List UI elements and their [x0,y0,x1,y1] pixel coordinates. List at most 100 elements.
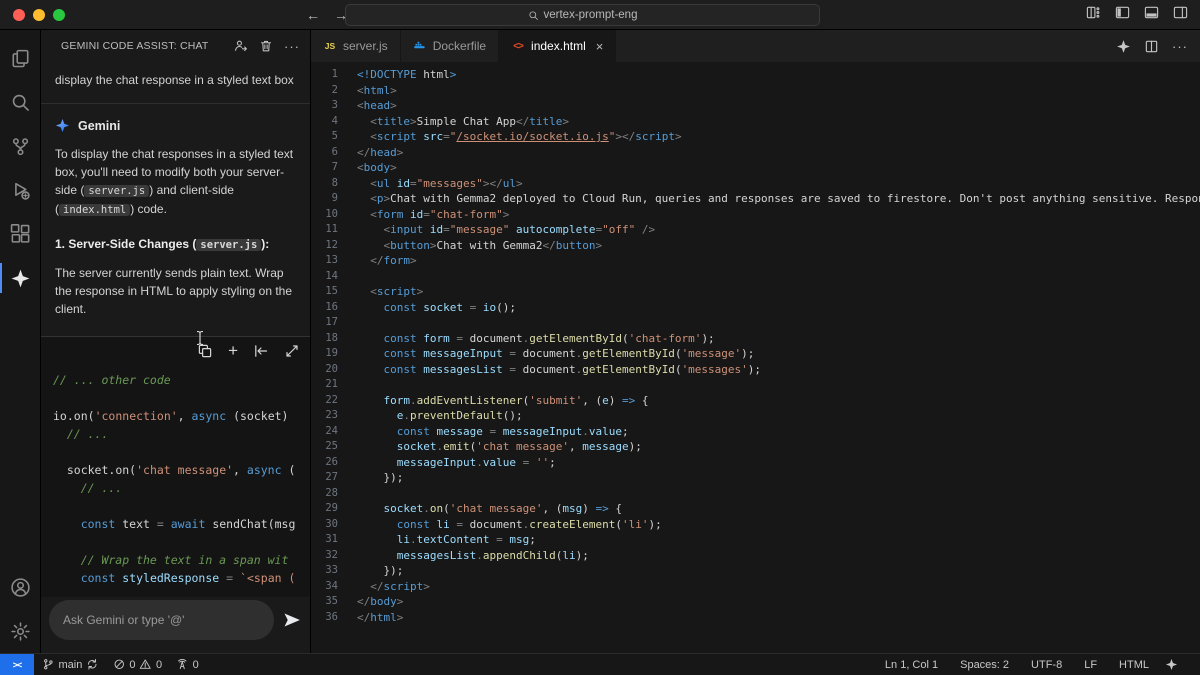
gemini-chat-panel: GEMINI CODE ASSIST: CHAT ··· display the… [40,30,310,653]
code-line-23[interactable]: 23 e.preventDefault(); [311,408,1200,424]
code-line-33[interactable]: 33 }); [311,563,1200,579]
language-indicator[interactable]: HTML [1113,659,1155,671]
tab-server.js[interactable]: JS server.js [311,30,401,62]
activity-item-search[interactable] [0,80,40,124]
activity-item-gemini[interactable] [0,256,40,300]
docker-whale-icon [413,40,426,53]
code-line-20[interactable]: 20 const messagesList = document.getElem… [311,362,1200,378]
remote-button[interactable]: >< [0,654,34,675]
toggle-secondary-sidebar-icon[interactable] [1173,5,1188,20]
expand-icon[interactable] [284,343,300,359]
line-number: 24 [325,424,338,437]
branch-indicator[interactable]: main [36,658,105,671]
code-line-21[interactable]: 21 [311,377,1200,393]
line-number: 36 [325,610,338,623]
code-line-36[interactable]: 36 </html> [311,610,1200,626]
insert-diff-icon[interactable] [253,343,269,359]
more-actions-icon[interactable]: ··· [284,39,300,54]
code-line-19[interactable]: 19 const messageInput = document.getElem… [311,346,1200,362]
code-line-3[interactable]: 3 <head> [311,98,1200,114]
code-line-26[interactable]: 26 messageInput.value = ''; [311,455,1200,471]
minimize-window-button[interactable] [33,9,45,21]
activity-item-explorer[interactable] [0,36,40,80]
gemini-chat-input[interactable]: Ask Gemini or type '@' [49,600,274,640]
chat-code-block: + // ... other code io.on('connection', … [41,335,310,597]
gemini-icon [55,118,70,133]
code-line-18[interactable]: 18 const form = document.getElementById(… [311,331,1200,347]
code-line-1[interactable]: 1 <!DOCTYPE html> [311,67,1200,83]
code-line-30[interactable]: 30 const li = document.createElement('li… [311,517,1200,533]
code-line-8[interactable]: 8 <ul id="messages"></ul> [311,176,1200,192]
code-line-35[interactable]: 35 </body> [311,594,1200,610]
code-line-27[interactable]: 27 }); [311,470,1200,486]
more-actions-icon[interactable]: ··· [1172,39,1188,54]
code-line-25[interactable]: 25 socket.emit('chat message', message); [311,439,1200,455]
activity-item-accounts[interactable] [0,565,40,609]
customize-layout-icon[interactable] [1086,5,1101,20]
code-line-13[interactable]: 13 </form> [311,253,1200,269]
feedback-icon[interactable] [234,39,248,53]
add-to-file-icon[interactable]: + [228,342,238,359]
user-message: display the chat response in a styled te… [41,62,310,105]
gemini-status-icon[interactable] [1165,658,1178,671]
code-line-5[interactable]: 5 <script src="/socket.io/socket.io.js">… [311,129,1200,145]
code-line-24[interactable]: 24 const message = messageInput.value; [311,424,1200,440]
line-number: 25 [325,440,338,452]
indent-indicator[interactable]: Spaces: 2 [954,659,1015,671]
activity-item-extensions[interactable] [0,212,40,256]
send-button[interactable] [282,610,302,630]
code-line-4[interactable]: 4 <title>Simple Chat App</title> [311,114,1200,130]
code-line-31[interactable]: 31 li.textContent = msg; [311,532,1200,548]
code-line-7[interactable]: 7 <body> [311,160,1200,176]
line-number: 23 [325,409,338,421]
code-line-32[interactable]: 32 messagesList.appendChild(li); [311,548,1200,564]
code-line-10[interactable]: 10 <form id="chat-form"> [311,207,1200,223]
problems-indicator[interactable]: 0 0 [107,658,168,671]
back-button[interactable]: ← [306,4,320,26]
code-line-28[interactable]: 28 [311,486,1200,502]
close-tab-icon[interactable]: × [596,39,604,54]
code-line-14[interactable]: 14 [311,269,1200,285]
code-line-22[interactable]: 22 form.addEventListener('submit', (e) =… [311,393,1200,409]
tab-bar: JS server.js Dockerfile <> index.html × ··· [311,30,1200,62]
code-editor[interactable]: 1 <!DOCTYPE html> 2 <html> 3 <head> 4 <title>S… [311,62,1200,653]
activity-item-settings[interactable] [0,609,40,653]
code-line-29[interactable]: 29 socket.on('chat message', (msg) => { [311,501,1200,517]
toggle-panel-icon[interactable] [1144,5,1159,20]
toggle-primary-sidebar-icon[interactable] [1115,5,1130,20]
code-line-2[interactable]: 2 <html> [311,83,1200,99]
encoding-indicator[interactable]: UTF-8 [1025,659,1068,671]
accounts-icon [10,577,31,598]
line-number: 28 [325,486,338,499]
line-number: 7 [331,161,338,173]
branch-icon [42,658,55,671]
close-window-button[interactable] [13,9,25,21]
tab-label: server.js [343,39,388,53]
assistant-paragraph: To display the chat responses in a style… [55,147,294,217]
code-line-12[interactable]: 12 <button>Chat with Gemma2</button> [311,238,1200,254]
split-editor-icon[interactable] [1144,39,1159,54]
panel-title: GEMINI CODE ASSIST: CHAT [61,40,209,52]
line-number: 15 [325,285,338,297]
broadcast-indicator[interactable]: 0 [170,658,205,671]
command-center-search[interactable]: vertex-prompt-eng [345,4,820,26]
line-number: 13 [325,254,338,266]
code-line-16[interactable]: 16 const socket = io(); [311,300,1200,316]
code-line-9[interactable]: 9 <p>Chat with Gemma2 deployed to Cloud … [311,191,1200,207]
line-number: 11 [325,223,338,235]
code-line-6[interactable]: 6 </head> [311,145,1200,161]
clear-chat-icon[interactable] [259,39,273,53]
zoom-window-button[interactable] [53,9,65,21]
run-debug-icon [10,180,31,201]
code-line-34[interactable]: 34 </script> [311,579,1200,595]
cursor-position[interactable]: Ln 1, Col 1 [879,659,944,671]
eol-indicator[interactable]: LF [1078,659,1103,671]
tab-index.html[interactable]: <> index.html × [499,30,617,62]
code-line-17[interactable]: 17 [311,315,1200,331]
code-line-15[interactable]: 15 <script> [311,284,1200,300]
activity-item-run-debug[interactable] [0,168,40,212]
tab-Dockerfile[interactable]: Dockerfile [401,30,500,62]
code-line-11[interactable]: 11 <input id="message" autocomplete="off… [311,222,1200,238]
activity-item-source-control[interactable] [0,124,40,168]
gemini-sparkle-icon[interactable] [1116,39,1131,54]
